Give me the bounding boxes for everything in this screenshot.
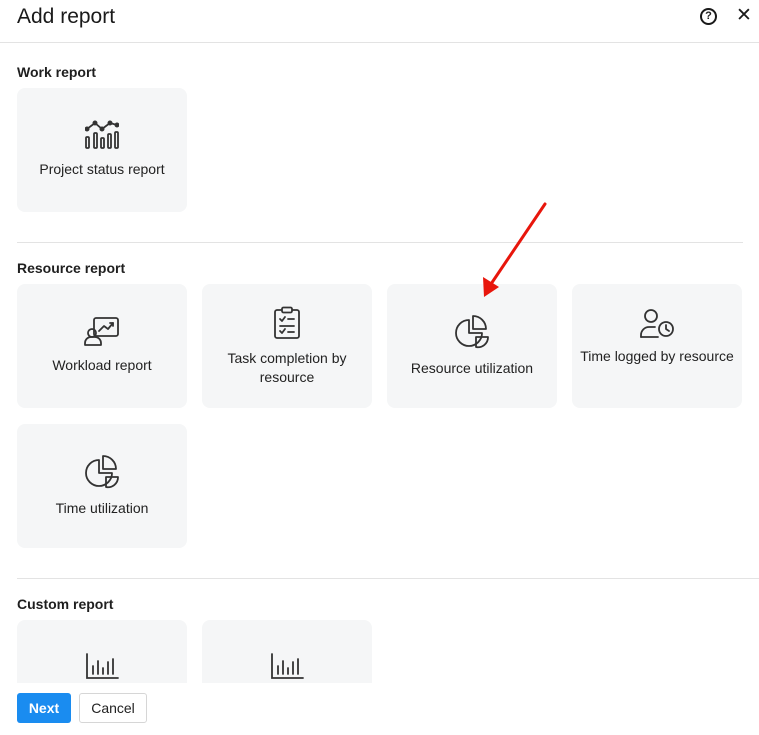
card-label: Task completion by resource	[227, 350, 347, 385]
pie-chart-icon	[17, 455, 187, 489]
dialog-title: Add report	[17, 5, 116, 28]
card-label: Time logged by resource	[580, 348, 734, 364]
card-resource-utilization[interactable]: Resource utilization	[387, 284, 557, 408]
dialog-header: Add report ? ✕	[0, 0, 759, 43]
help-icon[interactable]: ?	[700, 8, 717, 25]
card-time-utilization[interactable]: Time utilization	[17, 424, 187, 548]
card-task-completion-by-resource[interactable]: Task completion by resource	[202, 284, 372, 408]
card-label: Resource utilization	[410, 360, 534, 376]
clipboard-checklist-icon	[202, 306, 372, 340]
section-title-work-report: Work report	[17, 64, 97, 80]
card-custom-report-1[interactable]	[17, 620, 187, 683]
next-button[interactable]: Next	[17, 693, 71, 723]
cancel-button[interactable]: Cancel	[79, 693, 147, 723]
card-label: Workload report	[52, 357, 152, 373]
section-divider	[17, 578, 759, 579]
bar-chart-icon	[17, 652, 187, 680]
card-workload-report[interactable]: Workload report	[17, 284, 187, 408]
card-time-logged-by-resource[interactable]: Time logged by resource	[572, 284, 742, 408]
dialog-footer: Next Cancel	[0, 683, 759, 735]
pie-chart-icon	[387, 315, 557, 349]
bar-chart-icon	[202, 652, 372, 680]
section-divider	[17, 242, 743, 243]
card-label: Project status report	[39, 161, 165, 177]
report-list[interactable]: Work report Project status report Resour…	[0, 44, 759, 683]
presenter-chart-icon	[17, 316, 187, 346]
close-icon[interactable]: ✕	[736, 6, 752, 25]
section-title-custom-report: Custom report	[17, 596, 114, 612]
card-project-status-report[interactable]: Project status report	[17, 88, 187, 212]
user-clock-icon	[572, 308, 742, 338]
card-label: Time utilization	[55, 500, 149, 516]
section-title-resource-report: Resource report	[17, 260, 126, 276]
card-custom-report-2[interactable]	[202, 620, 372, 683]
line-bar-chart-icon	[17, 120, 187, 150]
